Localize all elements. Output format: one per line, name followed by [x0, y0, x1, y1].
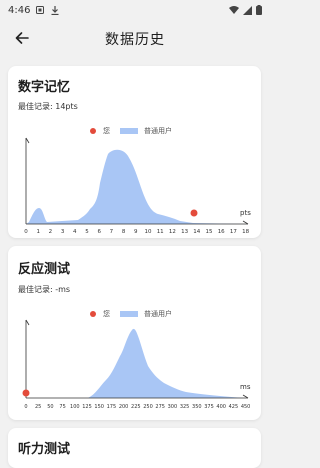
- download-icon: [51, 5, 59, 15]
- x-tick-label: 7: [110, 229, 114, 235]
- x-tick-label: 4: [73, 229, 77, 235]
- x-tick-labels: 0 1 2 3 4 5 6 7 8 9 10 11 12 13 14 15 16…: [24, 229, 249, 235]
- x-tick-label: 0: [24, 404, 27, 410]
- wifi-icon: [229, 6, 239, 14]
- distribution-chart: ms 0 25 50 75 100 125 150 175 200 225 25…: [22, 319, 251, 410]
- x-axis-arrow: [242, 394, 249, 399]
- x-tick-label: 250: [143, 404, 153, 410]
- x-tick-label: 425: [229, 404, 239, 410]
- status-time: 4:46: [8, 4, 31, 16]
- x-tick-label: 225: [131, 404, 141, 410]
- signal-icon: [243, 5, 252, 15]
- y-axis-arrow: [25, 319, 30, 326]
- x-tick-label: 100: [70, 404, 80, 410]
- x-tick-label: 175: [107, 404, 117, 410]
- x-axis-unit: ms: [240, 383, 251, 391]
- x-tick-label: 10: [145, 229, 152, 235]
- x-tick-label: 325: [180, 404, 190, 410]
- x-tick-label: 17: [230, 229, 237, 235]
- x-tick-label: 6: [97, 229, 101, 235]
- you-marker: [22, 389, 30, 397]
- x-tick-label: 13: [181, 229, 188, 235]
- distribution-chart: pts 0 1 2 3 4 5 6 7 8 9 10 11 12 13 14 1…: [24, 137, 251, 235]
- users-distribution-area: [26, 328, 244, 398]
- card-reaction-test: 反应测试 最佳记录: -ms 您 普通用户 ms 0 25 50 75 100 …: [8, 246, 261, 420]
- x-tick-label: 9: [134, 229, 138, 235]
- game-icon: [36, 6, 45, 14]
- x-tick-label: 350: [192, 404, 202, 410]
- x-tick-label: 2: [49, 229, 53, 235]
- x-tick-label: 200: [119, 404, 129, 410]
- x-tick-label: 18: [242, 229, 249, 235]
- x-tick-label: 50: [47, 404, 53, 410]
- users-distribution-area: [26, 149, 245, 224]
- x-tick-labels: 0 25 50 75 100 125 150 175 200 225 250 2…: [24, 404, 250, 410]
- x-tick-label: 1: [36, 229, 40, 235]
- x-tick-label: 450: [241, 404, 251, 410]
- x-tick-label: 5: [85, 229, 89, 235]
- status-bar: 4:46: [0, 0, 270, 20]
- app-bar: 数据历史: [0, 20, 270, 58]
- x-tick-label: 275: [155, 404, 165, 410]
- x-tick-label: 8: [122, 229, 126, 235]
- x-tick-label: 0: [24, 229, 28, 235]
- x-tick-label: 12: [169, 229, 176, 235]
- x-tick-label: 400: [216, 404, 226, 410]
- card-hearing-test: 听力测试: [8, 428, 261, 468]
- x-tick-label: 14: [193, 229, 200, 235]
- x-tick-label: 125: [82, 404, 92, 410]
- card-title: 听力测试: [18, 442, 71, 457]
- card-digit-memory: 数字记忆 最佳记录: 14pts 您 普通用户 pts 0 1 2 3 4 5 …: [8, 66, 261, 238]
- x-tick-label: 75: [59, 404, 65, 410]
- x-tick-label: 3: [61, 229, 65, 235]
- x-axis-unit: pts: [240, 209, 251, 217]
- x-tick-label: 300: [168, 404, 178, 410]
- x-tick-label: 15: [206, 229, 213, 235]
- x-tick-label: 375: [204, 404, 214, 410]
- x-tick-label: 16: [218, 229, 225, 235]
- x-tick-label: 25: [35, 404, 41, 410]
- battery-icon: [256, 5, 262, 15]
- you-marker: [190, 209, 198, 217]
- x-tick-label: 150: [94, 404, 104, 410]
- y-axis-arrow: [25, 137, 30, 144]
- page-title: 数据历史: [105, 32, 165, 48]
- x-axis-arrow: [242, 220, 249, 225]
- x-tick-label: 11: [157, 229, 164, 235]
